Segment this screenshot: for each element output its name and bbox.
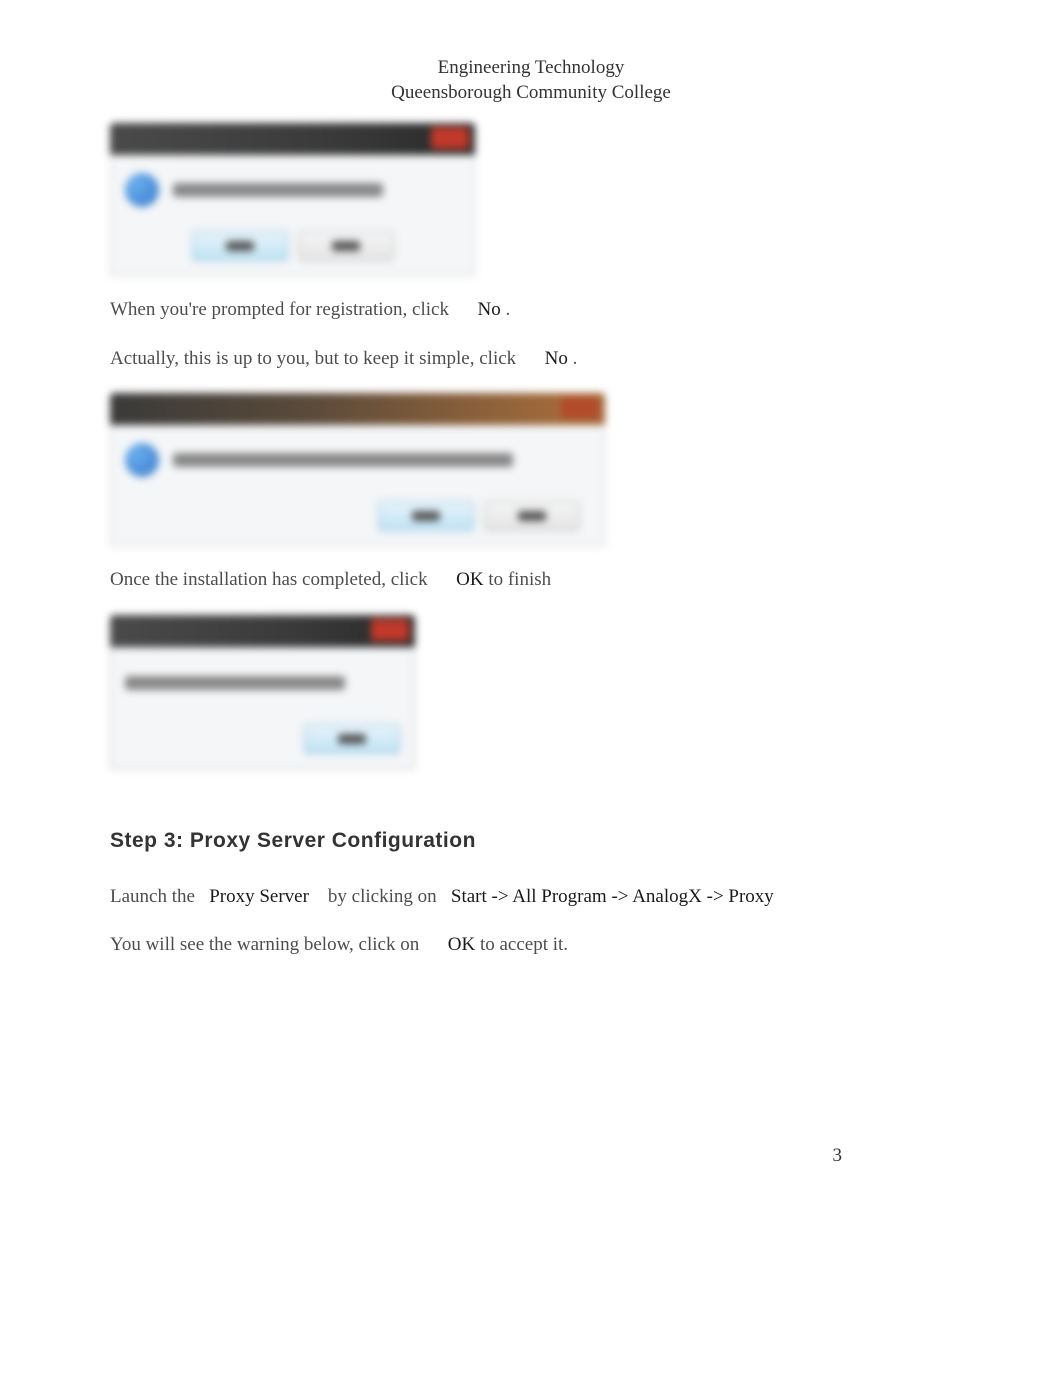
dialog-screenshot-2: [110, 393, 605, 546]
dialog2-titlebar: [110, 393, 605, 425]
dialog2-buttons: [125, 501, 590, 531]
para3-prefix: Once the installation has completed, cli…: [110, 569, 432, 590]
para2-bold: No: [545, 348, 568, 369]
step-3-heading: Step 3: Proxy Server Configuration: [110, 829, 952, 853]
para3-bold: OK: [456, 569, 483, 590]
para3-suffix: to finish: [488, 569, 551, 590]
dialog2-yes-button: [378, 501, 474, 531]
dialog1-content-row: [125, 173, 460, 207]
para4-mid: by clicking on: [328, 886, 441, 907]
dialog3-ok-button: [304, 724, 400, 754]
info-icon: [125, 443, 159, 477]
dialog1-body: [110, 155, 475, 276]
close-icon: [371, 619, 409, 641]
info-icon: [125, 173, 159, 207]
para1-prefix: When you're prompted for registration, c…: [110, 299, 454, 320]
close-icon: [561, 397, 599, 419]
para4-bold1: Proxy Server: [209, 886, 309, 907]
para2-suffix: .: [573, 348, 578, 369]
close-icon: [431, 127, 469, 149]
dialog1-titlebar: [110, 123, 475, 155]
dialog2-no-button: [484, 501, 580, 531]
para1-bold: No: [477, 299, 500, 320]
para5-suffix: to accept it.: [480, 934, 568, 955]
paragraph-3: Once the installation has completed, cli…: [110, 566, 952, 595]
para1-suffix: .: [505, 299, 510, 320]
header-line-2: Queensborough Community College: [110, 81, 952, 106]
paragraph-2: Actually, this is up to you, but to keep…: [110, 345, 952, 374]
dialog1-text: [173, 183, 383, 197]
para4-bold2: Start -> All Program -> AnalogX -> Proxy: [451, 886, 774, 907]
dialog-screenshot-1: [110, 123, 475, 276]
para5-bold: OK: [448, 934, 475, 955]
dialog1-yes-button: [192, 231, 288, 261]
dialog1-buttons: [125, 231, 460, 261]
paragraph-1: When you're prompted for registration, c…: [110, 296, 952, 325]
paragraph-5: You will see the warning below, click on…: [110, 931, 952, 960]
dialog3-text: [125, 676, 345, 690]
dialog-screenshot-3: [110, 615, 415, 769]
dialog1-no-button: [298, 231, 394, 261]
para2-prefix: Actually, this is up to you, but to keep…: [110, 348, 521, 369]
dialog2-body: [110, 425, 605, 546]
para4-prefix: Launch the: [110, 886, 200, 907]
page-number: 3: [833, 1145, 843, 1167]
dialog3-buttons: [125, 724, 400, 754]
header-line-1: Engineering Technology: [110, 56, 952, 81]
dialog3-body: [110, 647, 415, 769]
page-header: Engineering Technology Queensborough Com…: [110, 56, 952, 105]
dialog2-content-row: [125, 443, 590, 477]
dialog2-text: [173, 453, 513, 467]
para5-prefix: You will see the warning below, click on: [110, 934, 424, 955]
paragraph-4: Launch the Proxy Server by clicking on S…: [110, 883, 952, 912]
dialog3-titlebar: [110, 615, 415, 647]
